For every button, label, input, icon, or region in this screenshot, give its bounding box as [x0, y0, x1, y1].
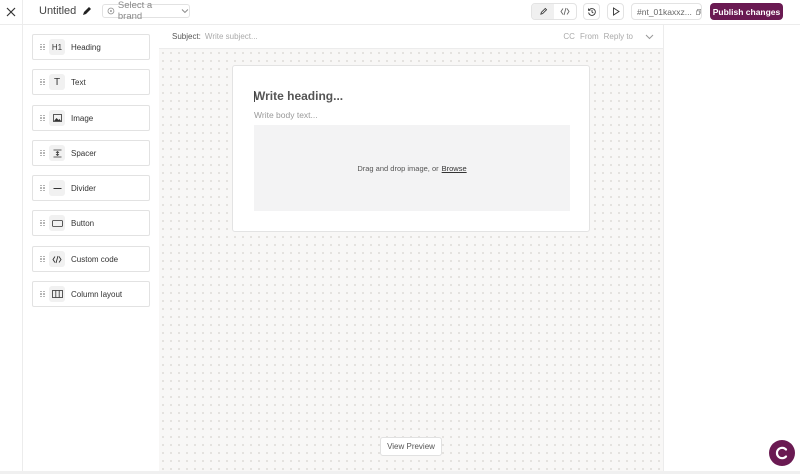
drag-handle-icon[interactable]	[40, 43, 45, 51]
spacer-icon	[49, 145, 65, 161]
template-id: #nt_01kaxxz...	[637, 6, 692, 17]
image-icon	[49, 110, 65, 126]
document-title[interactable]: Untitled	[39, 5, 76, 17]
email-content-card: Write heading... Write body text... Drag…	[232, 65, 590, 232]
browse-link[interactable]: Browse	[442, 164, 467, 173]
block-heading[interactable]: H1 Heading	[32, 34, 150, 60]
block-label: Button	[71, 218, 95, 228]
drag-handle-icon[interactable]	[40, 219, 45, 227]
image-dropzone[interactable]: Drag and drop image, or Browse	[254, 125, 570, 211]
close-button[interactable]	[0, 0, 23, 24]
columns-icon	[49, 286, 65, 302]
text-cursor	[254, 91, 255, 102]
text-icon: T	[49, 74, 65, 90]
play-icon	[612, 7, 620, 16]
code-editor-button[interactable]	[554, 4, 576, 19]
block-custom-code[interactable]: Custom code	[32, 246, 150, 272]
top-bar: Untitled Select a brand #nt_01kaxxz... P…	[0, 0, 800, 25]
heading-icon: H1	[49, 39, 65, 55]
drag-handle-icon[interactable]	[40, 78, 45, 86]
code-icon	[560, 7, 570, 16]
play-button[interactable]	[607, 3, 624, 20]
editor-mode-toggle	[531, 3, 577, 20]
copy-icon[interactable]	[695, 8, 701, 16]
cc-field[interactable]: CC	[563, 32, 575, 41]
block-image[interactable]: Image	[32, 105, 150, 131]
assistant-logo-icon	[775, 446, 788, 460]
publish-button[interactable]: Publish changes	[710, 3, 783, 20]
block-label: Custom code	[71, 254, 119, 264]
block-divider[interactable]: Divider	[32, 175, 150, 201]
brand-select-label: Select a brand	[117, 0, 153, 22]
pencil-icon	[539, 7, 547, 15]
template-id-tag[interactable]: #nt_01kaxxz...	[631, 3, 702, 20]
block-button[interactable]: Button	[32, 210, 150, 236]
chevron-down-icon[interactable]	[645, 34, 654, 40]
subject-label: Subject:	[172, 32, 201, 41]
subject-input[interactable]: Write subject...	[205, 32, 258, 41]
header-fields: CC From Reply to	[563, 32, 654, 41]
divider-icon	[49, 180, 65, 196]
button-icon	[49, 215, 65, 231]
block-label: Heading	[71, 42, 101, 52]
from-field[interactable]: From	[580, 32, 599, 41]
body-input[interactable]: Write body text...	[254, 110, 318, 120]
block-label: Spacer	[71, 148, 97, 158]
heading-input[interactable]: Write heading...	[254, 89, 343, 103]
block-spacer[interactable]: Spacer	[32, 140, 150, 166]
chevron-down-icon	[181, 9, 189, 14]
subject-bar: Subject: Write subject... CC From Reply …	[159, 25, 663, 49]
brand-select[interactable]: Select a brand	[102, 0, 190, 22]
block-text[interactable]: T Text	[32, 69, 150, 95]
block-label: Divider	[71, 183, 96, 193]
history-button[interactable]	[583, 3, 600, 20]
email-canvas: Subject: Write subject... CC From Reply …	[159, 25, 664, 471]
reply-to-field[interactable]: Reply to	[604, 32, 633, 41]
drag-handle-icon[interactable]	[40, 255, 45, 263]
history-icon	[587, 7, 596, 16]
dropzone-text: Drag and drop image, or	[357, 163, 439, 173]
drag-handle-icon[interactable]	[40, 149, 45, 157]
view-preview-button[interactable]: View Preview	[380, 437, 442, 456]
block-label: Text	[71, 77, 86, 87]
assistant-button[interactable]	[769, 440, 795, 466]
visual-editor-button[interactable]	[532, 4, 554, 19]
drag-handle-icon[interactable]	[40, 114, 45, 122]
code-icon	[49, 251, 65, 267]
drag-handle-icon[interactable]	[40, 184, 45, 192]
brand-icon	[107, 7, 115, 15]
block-label: Image	[71, 113, 94, 123]
block-column-layout[interactable]: Column layout	[32, 281, 150, 307]
block-label: Column layout	[71, 289, 123, 299]
block-sidebar: H1 Heading T Text Image Spacer Divider B…	[22, 25, 160, 471]
drag-handle-icon[interactable]	[40, 290, 45, 298]
edit-title-icon[interactable]	[81, 5, 93, 17]
close-icon	[6, 7, 16, 17]
